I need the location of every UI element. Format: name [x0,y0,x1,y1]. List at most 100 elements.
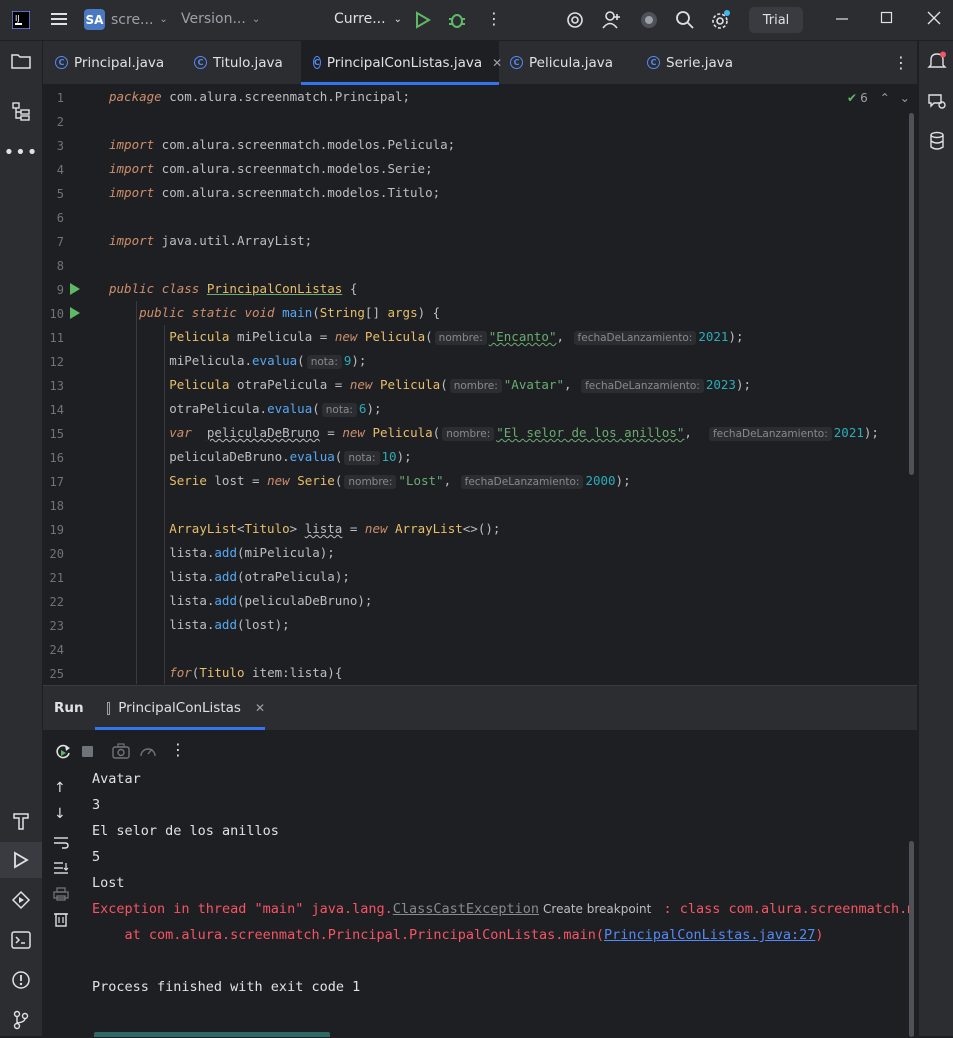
close-tab-icon[interactable]: ✕ [492,56,502,70]
tab-titulo-java[interactable]: C Titulo.java [194,41,297,84]
tab-serie-java[interactable]: C Serie.java [647,41,747,84]
class-icon: C [194,56,207,69]
run-config-label: Curre... [334,11,386,27]
run-toolbar: ⋮ [43,730,917,774]
ai-assistant-icon[interactable] [565,10,585,30]
run-tab-label: PrincipalConListas [118,700,241,716]
structure-icon[interactable] [0,94,42,130]
maximize-icon[interactable] [880,11,894,25]
code-line: 10 public static void main(String[] args… [49,305,441,321]
stacktrace-line: at com.alura.screenmatch.Principal.Princ… [92,927,824,943]
exception-line: Exception in thread "main" java.lang.Cla… [92,901,910,917]
code-line: 15 var peliculaDeBruno = new Pelicula(no… [49,425,879,441]
code-line: 13 Pelicula otraPelicula = new Pelicula(… [49,377,752,393]
git-branch-icon[interactable] [0,1002,42,1038]
chevron-down-icon: ⌄ [251,13,261,25]
run-tool-icon[interactable] [0,842,42,878]
debug-icon[interactable] [448,10,466,30]
services-icon[interactable] [0,882,42,918]
console-line: 5 [92,849,101,865]
build-hammer-icon[interactable] [0,803,42,839]
tab-label: Serie.java [666,54,734,71]
project-folder-icon[interactable] [0,43,42,79]
project-badge: SA [84,9,105,30]
code-line: 7 import java.util.ArrayList; [56,233,313,249]
main-menu-icon[interactable] [50,10,68,28]
search-icon[interactable] [675,10,695,30]
console-line: 3 [92,797,101,813]
code-line: 9 public class PrincipalConListas { [56,281,358,297]
rerun-icon[interactable] [54,743,72,765]
console-scrollbar[interactable] [909,841,914,1037]
notifications-bell-icon[interactable] [919,43,953,79]
run-panel: Run PrincipalConListas ✕ ⋮ ↑ ↓ Avatar 3 … [43,685,917,1037]
process-finished-line: Process finished with exit code 1 [92,979,361,995]
more-actions-icon[interactable]: ⋮ [170,740,186,759]
stop-icon[interactable] [82,746,93,757]
scroll-to-end-icon[interactable] [53,860,69,879]
minimize-icon[interactable] [834,10,850,28]
problems-icon[interactable] [0,962,42,998]
run-tab[interactable]: PrincipalConListas ✕ [95,686,265,730]
code-line: 17 Serie lost = new Serie(nombre: "Lost",… [49,473,631,489]
code-line: 11 Pelicula miPelicula = new Pelicula(no… [49,329,744,345]
code-line: 3 import com.alura.screenmatch.modelos.P… [56,137,456,153]
trial-button[interactable]: Trial [749,7,803,33]
code-line: 21 lista.add(otraPelicula); [49,569,350,585]
editor-scrollbar[interactable] [909,113,914,475]
add-user-icon[interactable] [602,10,622,30]
code-line: 12 miPelicula.evalua(nota: 9); [49,353,367,369]
app-logo-icon: IJ [12,11,30,29]
console-line: El selor de los anillos [92,823,279,839]
run-config-selector[interactable]: Curre... ⌄ [334,11,402,27]
code-with-me-icon[interactable] [640,11,658,29]
database-icon[interactable] [919,123,953,159]
editor-tabs: C Principal.java C Titulo.java C Princip… [43,41,917,85]
source-link[interactable]: PrincipalConListas.java:27 [604,927,815,943]
console-line: Lost [92,875,125,891]
terminal-icon[interactable] [0,922,42,958]
code-editor[interactable]: ✔ 6 ⌃ ⌄ 1 package com.alura.screenmatch.… [43,85,917,684]
chevron-down-icon: ⌄ [393,13,402,25]
project-selector[interactable]: SA scre... ⌄ [84,9,168,30]
tab-principalconlistas-java[interactable]: C PrincipalConListas.java ✕ [301,41,502,85]
code-line: 22 lista.add(peliculaDeBruno); [49,593,373,609]
arrow-down-icon[interactable]: ↓ [54,806,66,822]
code-line: 25 for(Titulo item:lista){ [49,665,343,681]
arrow-up-icon[interactable]: ↑ [54,780,66,796]
run-icon[interactable] [415,11,431,29]
more-tool-windows-icon[interactable]: ••• [0,134,42,170]
speedometer-icon[interactable] [139,743,157,763]
run-side-toolbar: ↑ ↓ [43,774,79,1037]
trash-icon[interactable] [53,911,69,931]
tab-label: Pelicula.java [529,54,614,71]
more-actions-icon[interactable]: ⋮ [486,9,502,28]
vcs-selector[interactable]: Version... ⌄ [181,11,260,27]
left-tool-bar: ••• [0,41,43,1036]
tab-principal-java[interactable]: C Principal.java [55,41,183,84]
camera-icon[interactable] [112,743,130,763]
class-icon: C [647,56,660,69]
close-tab-icon[interactable]: ✕ [255,701,265,715]
settings-gear-icon[interactable] [710,9,732,31]
close-window-icon[interactable] [927,11,941,25]
code-line: 8 [56,259,64,273]
create-breakpoint-button[interactable]: Create breakpoint [543,902,651,916]
run-title: Run [54,700,84,716]
code-line: 23 lista.add(lost); [49,617,290,633]
ai-chat-icon[interactable] [919,83,953,119]
code-line: 6 [56,211,64,225]
tab-label: Titulo.java [213,54,283,71]
code-line: 1 package com.alura.screenmatch.Principa… [56,89,411,105]
print-icon[interactable] [53,886,69,905]
class-icon: C [510,56,523,69]
exception-class-link[interactable]: ClassCastException [393,901,539,917]
run-panel-header: Run PrincipalConListas ✕ [43,686,917,730]
tab-options-icon[interactable]: ⋮ [893,41,909,84]
console-icon [107,701,111,715]
right-tool-bar [918,41,953,1036]
tab-pelicula-java[interactable]: C Pelicula.java [510,41,625,84]
tab-label: Principal.java [74,54,165,71]
class-icon: C [313,56,321,69]
soft-wrap-icon[interactable] [53,834,69,853]
